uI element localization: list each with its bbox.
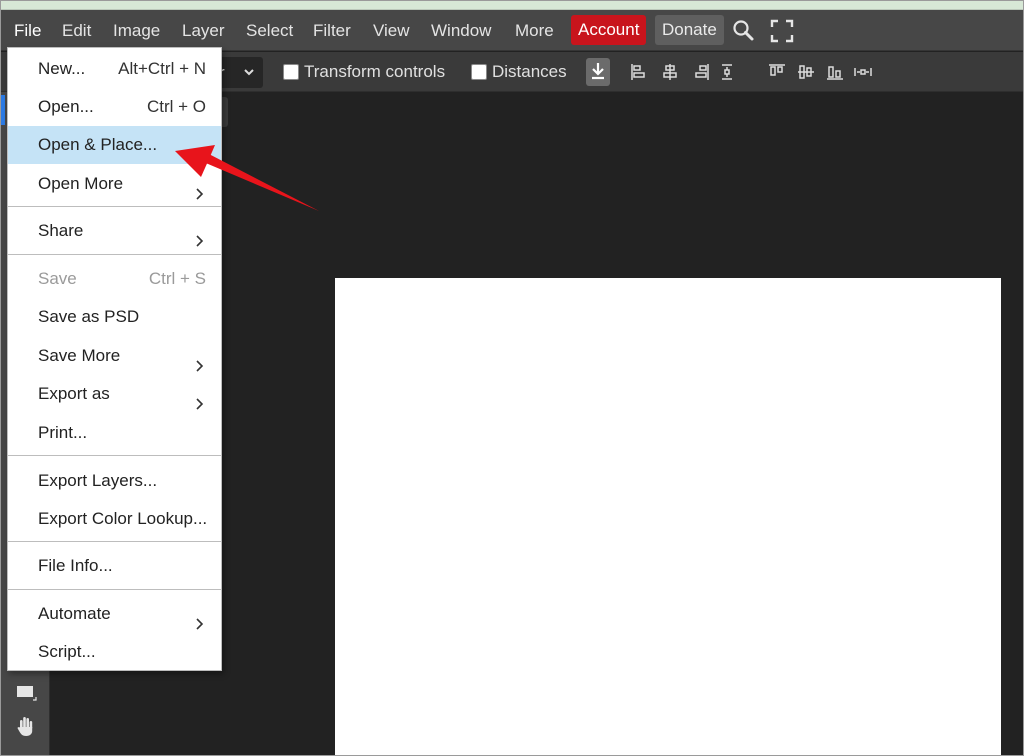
donate-button[interactable]: Donate xyxy=(655,15,724,45)
distances-label: Distances xyxy=(492,62,567,81)
menu-item-new[interactable]: New... Alt+Ctrl + N xyxy=(8,50,221,88)
menu-item-shortcut: Ctrl + S xyxy=(148,269,206,288)
menu-item-open-more[interactable]: Open More xyxy=(8,165,221,203)
menu-item-open[interactable]: Open... Ctrl + O xyxy=(8,88,221,126)
menu-item-label: Share xyxy=(38,221,84,240)
align-bottom-icon[interactable] xyxy=(825,62,845,82)
fullscreen-icon[interactable] xyxy=(769,18,795,44)
menu-view[interactable]: View xyxy=(365,10,418,51)
chevron-down-icon xyxy=(243,57,255,98)
menu-bar: File Edit Image Layer Select Filter View… xyxy=(1,10,1023,51)
active-tool-indicator xyxy=(1,95,5,125)
menu-item-export-color-lookup[interactable]: Export Color Lookup... xyxy=(8,500,221,538)
align-top-icon[interactable] xyxy=(767,62,787,82)
menu-item-label: New... xyxy=(38,59,86,78)
hand-tool-icon[interactable] xyxy=(13,714,39,740)
menu-item-export-as[interactable]: Export as xyxy=(8,375,221,413)
menu-separator xyxy=(8,455,221,456)
menu-item-share[interactable]: Share xyxy=(8,212,221,250)
menu-separator xyxy=(8,541,221,542)
menu-item-save-more[interactable]: Save More xyxy=(8,337,221,375)
menu-separator xyxy=(8,254,221,255)
menu-separator xyxy=(8,206,221,207)
align-left-icon[interactable] xyxy=(629,62,649,82)
menu-edit[interactable]: Edit xyxy=(54,10,99,51)
chevron-right-icon xyxy=(193,349,207,372)
chevron-right-icon xyxy=(193,177,207,200)
distances-checkbox[interactable] xyxy=(471,64,487,80)
menu-item-open-and-place[interactable]: Open & Place... xyxy=(8,126,221,164)
app-window: File Edit Image Layer Select Filter View… xyxy=(0,0,1024,756)
menu-filter[interactable]: Filter xyxy=(305,10,359,51)
menu-item-save-as-psd[interactable]: Save as PSD xyxy=(8,298,221,336)
menu-item-save[interactable]: Save Ctrl + S xyxy=(8,260,221,298)
menu-item-label: Save xyxy=(38,269,77,288)
align-right-icon[interactable] xyxy=(691,62,711,82)
menu-item-shortcut: Ctrl + O xyxy=(146,97,206,116)
browser-top-strip xyxy=(1,1,1023,10)
transform-controls-label: Transform controls xyxy=(304,62,446,81)
menu-item-label: Export Layers... xyxy=(38,471,158,490)
chevron-right-icon xyxy=(193,607,207,630)
search-icon[interactable] xyxy=(731,18,757,44)
transform-controls-checkbox[interactable] xyxy=(283,64,299,80)
menu-window[interactable]: Window xyxy=(423,10,499,51)
distribute-h-icon[interactable] xyxy=(717,62,737,82)
menu-item-print[interactable]: Print... xyxy=(8,414,221,452)
align-middle-v-icon[interactable] xyxy=(796,62,816,82)
distribute-v-icon[interactable] xyxy=(853,62,873,82)
menu-layer[interactable]: Layer xyxy=(174,10,233,51)
menu-separator xyxy=(8,589,221,590)
menu-item-label: Open... xyxy=(38,97,94,116)
chevron-right-icon xyxy=(193,387,207,410)
menu-select[interactable]: Select xyxy=(238,10,301,51)
account-button[interactable]: Account xyxy=(571,15,647,45)
menu-image[interactable]: Image xyxy=(105,10,168,51)
file-menu-dropdown: New... Alt+Ctrl + N Open... Ctrl + O Ope… xyxy=(7,47,222,671)
menu-item-label: Open & Place... xyxy=(38,135,158,154)
menu-item-label: Save More xyxy=(38,346,121,365)
menu-item-shortcut: Alt+Ctrl + N xyxy=(118,59,206,78)
download-icon xyxy=(592,63,604,80)
menu-item-label: Export Color Lookup... xyxy=(38,509,208,528)
menu-item-label: Export as xyxy=(38,384,110,403)
menu-item-script[interactable]: Script... xyxy=(8,633,221,671)
menu-file[interactable]: File xyxy=(6,10,49,51)
menu-item-label: Open More xyxy=(38,174,124,193)
align-center-h-icon[interactable] xyxy=(660,62,680,82)
document-canvas[interactable] xyxy=(335,278,1001,755)
download-button[interactable] xyxy=(586,58,610,86)
menu-item-label: Save as PSD xyxy=(38,307,140,326)
rectangle-tool-icon[interactable] xyxy=(13,680,39,706)
menu-more[interactable]: More xyxy=(507,10,562,51)
menu-item-export-layers[interactable]: Export Layers... xyxy=(8,462,221,500)
menu-item-label: Script... xyxy=(38,642,96,661)
menu-item-file-info[interactable]: File Info... xyxy=(8,547,221,585)
menu-item-label: File Info... xyxy=(38,556,113,575)
chevron-right-icon xyxy=(193,224,207,247)
menu-item-automate[interactable]: Automate xyxy=(8,595,221,633)
menu-item-label: Automate xyxy=(38,604,111,623)
menu-item-label: Print... xyxy=(38,423,88,442)
